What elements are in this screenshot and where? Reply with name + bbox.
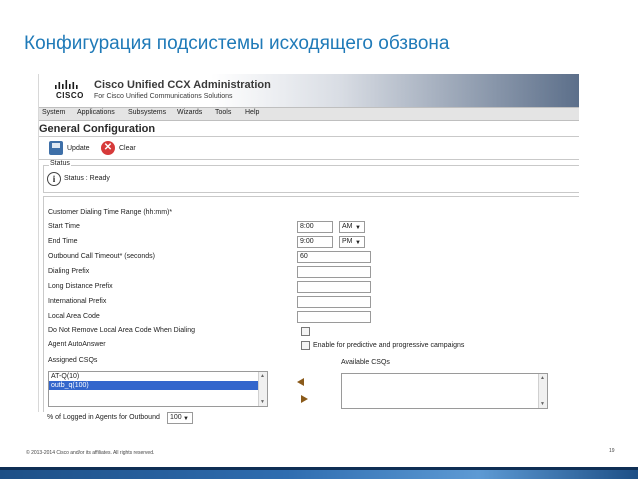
page-title: General Configuration <box>39 123 156 135</box>
move-right-arrow-icon[interactable] <box>301 395 308 403</box>
logged-in-agents-label: % of Logged in Agents for Outbound <box>47 414 160 421</box>
local-area-code-input[interactable] <box>297 311 371 323</box>
menu-bar: System Applications Subsystems Wizards T… <box>39 107 579 121</box>
slide-title: Конфигурация подсистемы исходящего обзво… <box>24 33 450 54</box>
timeout-label: Outbound Call Timeout* (seconds) <box>48 253 155 260</box>
available-csqs-label: Available CSQs <box>341 359 390 366</box>
start-ampm-value: AM <box>342 223 353 230</box>
available-csqs-list[interactable]: ▲ ▼ <box>341 373 548 409</box>
copyright-footer: © 2013-2014 Cisco and/or its affiliates.… <box>26 450 155 456</box>
page-number: 19 <box>609 448 615 454</box>
app-screenshot: CISCO Cisco Unified CCX Administration F… <box>38 74 579 412</box>
dialing-prefix-input[interactable] <box>297 266 371 278</box>
status-text: Status : Ready <box>64 175 110 182</box>
assigned-csqs-label: Assigned CSQs <box>48 357 98 364</box>
cisco-logo: CISCO <box>54 80 86 102</box>
divider <box>39 159 579 160</box>
update-button[interactable]: Update <box>49 140 90 156</box>
end-ampm-select[interactable]: PM ▼ <box>339 236 365 248</box>
app-subtitle: For Cisco Unified Communications Solutio… <box>94 93 233 100</box>
clear-label: Clear <box>119 144 136 152</box>
start-time-input[interactable] <box>297 221 333 233</box>
update-label: Update <box>67 144 90 152</box>
scroll-up-icon[interactable]: ▲ <box>540 375 545 381</box>
start-ampm-select[interactable]: AM ▼ <box>339 221 365 233</box>
dialing-prefix-label: Dialing Prefix <box>48 268 90 275</box>
start-time-label: Start Time <box>48 223 80 230</box>
end-time-input[interactable] <box>297 236 333 248</box>
clear-x-icon: ✕ <box>101 141 115 155</box>
scroll-down-icon[interactable]: ▼ <box>540 401 545 407</box>
remove-area-code-label: Do Not Remove Local Area Code When Diali… <box>48 327 196 334</box>
menu-system[interactable]: System <box>42 109 65 116</box>
scrollbar[interactable]: ▲ ▼ <box>258 372 267 406</box>
status-legend: Status <box>49 160 71 167</box>
timeout-input[interactable] <box>297 251 371 263</box>
agent-autoanswer-label: Agent AutoAnswer <box>48 341 106 348</box>
long-distance-prefix-label: Long Distance Prefix <box>48 283 113 290</box>
scroll-up-icon[interactable]: ▲ <box>260 373 265 379</box>
clear-button[interactable]: ✕ Clear <box>101 140 136 156</box>
info-icon: i <box>47 172 61 186</box>
logged-in-agents-select[interactable]: 100 ▼ <box>167 412 193 424</box>
end-ampm-value: PM <box>342 238 353 245</box>
list-item-selected[interactable]: outb_q(100) <box>49 381 267 390</box>
dialing-range-label: Customer Dialing Time Range (hh:mm)* <box>48 209 173 216</box>
long-distance-prefix-input[interactable] <box>297 281 371 293</box>
assigned-csqs-list[interactable]: AT-Q(10) outb_q(100) ▲ ▼ <box>48 371 268 407</box>
international-prefix-label: International Prefix <box>48 298 107 305</box>
menu-help[interactable]: Help <box>245 109 259 116</box>
local-area-code-label: Local Area Code <box>48 313 100 320</box>
dropdown-arrow-icon: ▼ <box>183 416 189 422</box>
remove-area-code-checkbox[interactable] <box>301 327 310 336</box>
menu-subsystems[interactable]: Subsystems <box>128 109 166 116</box>
scrollbar[interactable]: ▲ ▼ <box>538 374 547 408</box>
international-prefix-input[interactable] <box>297 296 371 308</box>
cisco-logo-word: CISCO <box>56 91 84 100</box>
logged-in-agents-value: 100 <box>170 414 182 421</box>
list-item[interactable]: AT-Q(10) <box>49 372 267 381</box>
menu-tools[interactable]: Tools <box>215 109 231 116</box>
agent-autoanswer-checkbox-label: Enable for predictive and progressive ca… <box>313 342 465 349</box>
scroll-down-icon[interactable]: ▼ <box>260 399 265 405</box>
menu-wizards[interactable]: Wizards <box>177 109 202 116</box>
dropdown-arrow-icon: ▼ <box>355 225 361 231</box>
dropdown-arrow-icon: ▼ <box>355 240 361 246</box>
app-header: CISCO Cisco Unified CCX Administration F… <box>39 74 579 107</box>
cisco-bars-icon <box>55 80 78 89</box>
bottom-stripe-band <box>0 467 638 470</box>
end-time-label: End Time <box>48 238 78 245</box>
divider <box>39 136 579 137</box>
agent-autoanswer-checkbox[interactable] <box>301 341 310 350</box>
move-left-arrow-icon[interactable] <box>297 378 304 386</box>
app-title: Cisco Unified CCX Administration <box>94 79 271 91</box>
status-panel <box>43 165 579 193</box>
menu-applications[interactable]: Applications <box>77 109 115 116</box>
save-disk-icon <box>49 141 63 155</box>
